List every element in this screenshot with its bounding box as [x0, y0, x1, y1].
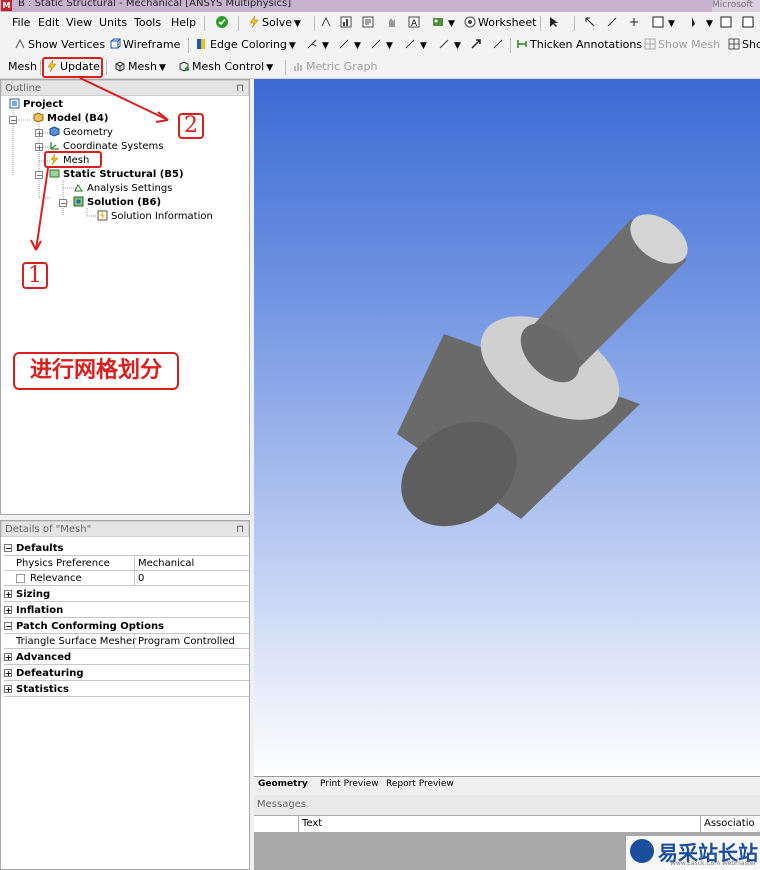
col-association[interactable]: Associatio: [700, 816, 755, 832]
zoom-icon[interactable]: [720, 15, 734, 31]
watermark-logo-icon: [630, 839, 654, 863]
show-mesh-button[interactable]: Show Mesh: [644, 37, 720, 53]
row-physics-preference[interactable]: Physics Preference Mechanical: [4, 556, 249, 571]
metric-graph-icon: [294, 63, 302, 71]
svg-text:A: A: [411, 19, 418, 28]
mesh-note: 进行网格划分: [13, 352, 179, 390]
chart-icon[interactable]: [340, 15, 354, 31]
step-1-badge: 1: [22, 262, 48, 289]
group-defeaturing[interactable]: + Defeaturing: [4, 666, 249, 681]
checkbox-icon[interactable]: [16, 574, 25, 583]
tab-geometry[interactable]: Geometry: [258, 778, 308, 791]
messages-columns: Text Associatio: [254, 816, 760, 833]
group-inflation[interactable]: + Inflation: [4, 603, 249, 618]
select-cursor-icon[interactable]: [548, 15, 562, 31]
group-defaults[interactable]: − Defaults: [4, 541, 249, 556]
expand-icon: +: [4, 685, 12, 694]
report-icon[interactable]: [362, 15, 376, 31]
details-title: Details of "Mesh": [5, 524, 92, 535]
thicken-annotations-button[interactable]: Thicken Annotations: [516, 37, 642, 53]
axis-x-icon[interactable]: [606, 15, 620, 31]
mesh-grid-icon: [644, 38, 656, 50]
select-mode-icon[interactable]: [584, 15, 598, 31]
col-text[interactable]: Text: [298, 816, 322, 832]
edge-style-3-icon[interactable]: ▼: [370, 37, 393, 54]
group-sizing[interactable]: + Sizing: [4, 587, 249, 602]
axis-xyz-icon[interactable]: [628, 15, 642, 31]
expand-icon: +: [4, 653, 12, 662]
thicken-icon: [517, 40, 527, 48]
title-right: Microsoft: [712, 0, 760, 12]
image-icon[interactable]: ▼: [432, 15, 455, 32]
select-face-icon[interactable]: ▼: [652, 15, 675, 32]
step-2-badge: 2: [178, 113, 204, 139]
row-relevance[interactable]: Relevance 0: [4, 571, 249, 586]
select-body-icon[interactable]: ▼: [690, 15, 713, 32]
details-header: Details of "Mesh" ⊓: [1, 521, 249, 537]
details-panel: Details of "Mesh" ⊓ − Defaults Physics Pr…: [0, 520, 250, 870]
messages-title: Messages: [254, 795, 760, 815]
probe-icon[interactable]: [320, 15, 334, 31]
worksheet-icon: [464, 16, 476, 28]
edge-style-1-icon[interactable]: ▼: [306, 37, 329, 54]
pin-icon[interactable]: ⊓: [236, 522, 244, 538]
graphics-viewport[interactable]: [254, 79, 760, 776]
metric-graph-button[interactable]: Metric Graph: [292, 59, 377, 75]
group-advanced[interactable]: + Advanced: [4, 650, 249, 665]
solve-button[interactable]: Solve ▼: [248, 15, 301, 32]
group-patch-conforming[interactable]: − Patch Conforming Options: [4, 619, 249, 634]
expand-icon: +: [4, 606, 12, 615]
annotation-arrows: [30, 77, 169, 251]
watermark: 易采站长站 Www.Easck.Com Webmaster: [626, 836, 760, 870]
expand-icon: +: [4, 669, 12, 678]
group-statistics[interactable]: + Statistics: [4, 682, 249, 697]
text-annotation-icon[interactable]: A: [408, 15, 422, 31]
stepped-shaft-model: [397, 214, 688, 527]
arrow-tool-icon[interactable]: [470, 37, 484, 53]
zoom-fit-icon[interactable]: [742, 15, 756, 31]
edge-style-5-icon[interactable]: ▼: [438, 37, 461, 54]
show-cut-button[interactable]: Sho: [728, 37, 760, 53]
edge-style-6-icon[interactable]: [492, 37, 506, 53]
hand-icon[interactable]: [386, 15, 400, 31]
watermark-subtext: Www.Easck.Com Webmaster: [670, 860, 757, 867]
row-triangle-surface-mesher[interactable]: Triangle Surface Mesher Program Controlle…: [4, 634, 249, 649]
tab-print-preview[interactable]: Print Preview: [320, 778, 379, 791]
collapse-icon: −: [4, 544, 12, 553]
collapse-icon: −: [4, 622, 12, 631]
worksheet-button[interactable]: Worksheet: [464, 15, 536, 31]
view-tabs: Geometry Print Preview Report Preview: [254, 776, 760, 793]
expand-icon: +: [4, 590, 12, 599]
tab-report-preview[interactable]: Report Preview: [386, 778, 454, 791]
edge-style-2-icon[interactable]: ▼: [338, 37, 361, 54]
cut-icon: [728, 38, 740, 50]
edge-style-4-icon[interactable]: ▼: [404, 37, 427, 54]
